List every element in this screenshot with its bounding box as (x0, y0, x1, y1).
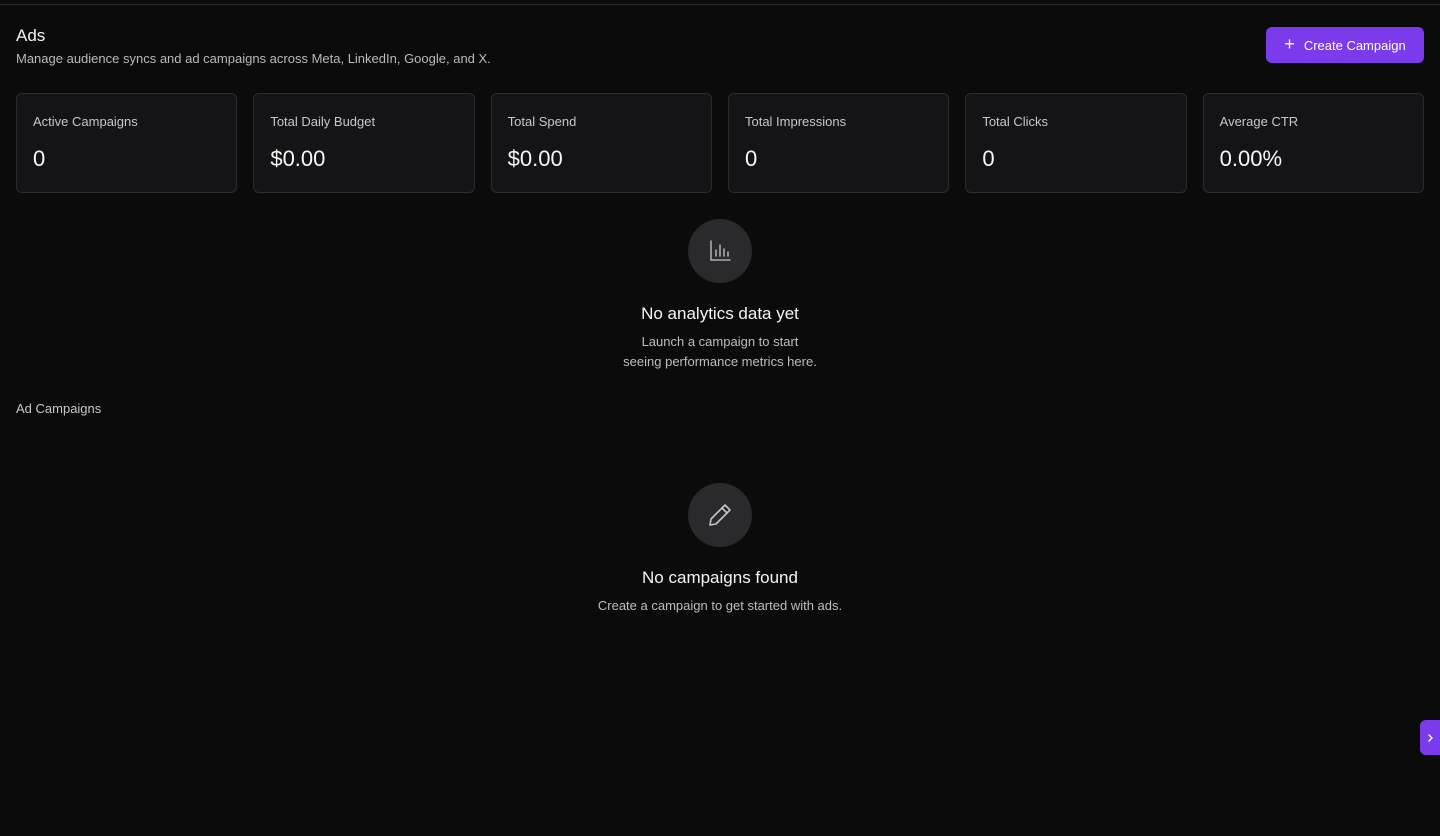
stat-label: Active Campaigns (33, 114, 138, 129)
stat-label: Total Spend (507, 114, 577, 129)
stat-value: 0 (982, 146, 995, 171)
analytics-empty-state: No analytics data yet Launch a campaign … (0, 219, 1440, 372)
plus-icon: + (1284, 34, 1295, 54)
page-header: Ads Manage audience syncs and ad campaig… (16, 26, 1424, 67)
stat-label: Average CTR (1219, 114, 1299, 129)
stat-card-total-spend: Total Spend $0.00 (490, 93, 712, 193)
stat-value: $0.00 (507, 146, 563, 171)
campaigns-empty-state: No campaigns found Create a campaign to … (0, 483, 1440, 616)
analytics-empty-text: Launch a campaign to start seeing perfor… (0, 332, 1440, 372)
bar-chart-icon (688, 219, 752, 283)
stat-card-total-impressions: Total Impressions 0 (727, 93, 950, 193)
sidebar-toggle-button[interactable] (1420, 720, 1440, 755)
top-divider (0, 4, 1440, 5)
stat-card-average-ctr: Average CTR 0.00% (1202, 93, 1424, 193)
stat-value: $0.00 (270, 146, 326, 171)
stat-card-active-campaigns: Active Campaigns 0 (16, 93, 238, 193)
campaigns-empty-text: Create a campaign to get started with ad… (597, 598, 843, 613)
analytics-empty-line-2: seeing performance metrics here. (623, 354, 817, 369)
create-campaign-label: Create Campaign (1303, 37, 1406, 53)
page-subtitle: Manage audience syncs and ad campaigns a… (16, 51, 491, 66)
chevron-right-icon (1428, 733, 1433, 742)
pencil-icon (688, 483, 752, 547)
stat-label: Total Impressions (744, 114, 847, 129)
analytics-empty-line-1: Launch a campaign to start (641, 334, 799, 349)
create-campaign-button[interactable]: + Create Campaign (1266, 27, 1424, 63)
analytics-empty-title: No analytics data yet (641, 304, 799, 323)
stat-value: 0 (33, 146, 46, 171)
stat-card-total-clicks: Total Clicks 0 (965, 93, 1187, 193)
stat-label: Total Clicks (982, 114, 1049, 129)
stat-label: Total Daily Budget (270, 114, 376, 129)
page-title: Ads (16, 26, 46, 45)
campaigns-empty-title: No campaigns found (642, 568, 798, 587)
ad-campaigns-section-label: Ad Campaigns (16, 401, 102, 416)
stat-value: 0.00% (1219, 146, 1283, 171)
stat-card-total-daily-budget: Total Daily Budget $0.00 (253, 93, 475, 193)
stat-value: 0 (744, 146, 758, 171)
stats-row: Active Campaigns 0 Total Daily Budget $0… (16, 93, 1424, 193)
